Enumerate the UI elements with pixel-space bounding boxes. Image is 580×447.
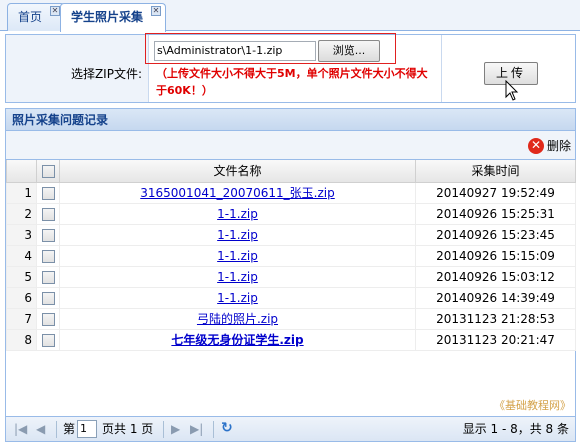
refresh-icon[interactable]: ↻ [221, 421, 236, 436]
time-cell: 20140926 15:03:12 [415, 265, 576, 288]
row-select-cell [36, 328, 60, 351]
first-page-icon[interactable]: |◀ [14, 422, 27, 436]
row-number: 4 [6, 244, 37, 267]
delete-icon: ✕ [527, 138, 544, 154]
prev-page-icon[interactable]: ◀ [36, 422, 45, 436]
filename-link[interactable]: 1-1.zip [217, 270, 258, 284]
filename-cell: 弓陆的照片.zip [59, 307, 416, 330]
pagination-bar: |◀ ◀ 第 1 页共 1 页 ▶ ▶| ↻ 显示 1 - 8，共 8 条 [6, 416, 575, 441]
row-select-cell [36, 223, 60, 246]
time-header[interactable]: 采集时间 [415, 160, 576, 183]
time-cell: 20140926 14:39:49 [415, 286, 576, 309]
photo-records-panel: 照片采集问题记录 ✕ 删除 文件名称 采集时间 1 3165001041_2007… [5, 108, 576, 442]
time-cell: 20140926 15:15:09 [415, 244, 576, 267]
row-checkbox[interactable] [41, 186, 55, 200]
filename-link[interactable]: 1-1.zip [217, 291, 258, 305]
tab-home[interactable]: 首页 ✕ [7, 3, 66, 31]
row-checkbox[interactable] [41, 333, 55, 347]
filename-cell: 1-1.zip [59, 286, 416, 309]
row-number: 5 [6, 265, 37, 288]
page-prefix: 第 [63, 422, 76, 436]
filename-cell: 1-1.zip [59, 265, 416, 288]
table-row[interactable]: 2 1-1.zip 20140926 15:25:31 [6, 202, 576, 225]
select-all-checkbox[interactable] [41, 164, 55, 178]
tab-student-photo[interactable]: 学生照片采集 ✕ [60, 3, 167, 32]
page-info: 显示 1 - 8，共 8 条 [462, 422, 569, 436]
table-row[interactable]: 7 弓陆的照片.zip 20131123 21:28:53 [6, 307, 576, 330]
page-suffix: 页共 1 页 [102, 422, 154, 436]
filename-cell: 1-1.zip [59, 244, 416, 267]
row-select-cell [36, 181, 60, 204]
rownum-header [6, 160, 37, 183]
time-cell: 20131123 20:21:47 [415, 328, 576, 351]
last-page-icon[interactable]: ▶| [190, 422, 203, 436]
filename-link[interactable]: 1-1.zip [217, 207, 258, 221]
pager-separator [213, 421, 214, 438]
time-cell: 20131123 21:28:53 [415, 307, 576, 330]
panel-title: 照片采集问题记录 [6, 109, 575, 131]
row-checkbox[interactable] [41, 312, 55, 326]
pager-separator [56, 421, 57, 438]
filename-header[interactable]: 文件名称 [59, 160, 416, 183]
row-select-cell [36, 202, 60, 225]
row-number: 8 [6, 328, 37, 351]
row-number: 2 [6, 202, 37, 225]
next-page-icon[interactable]: ▶ [171, 422, 180, 436]
grid-toolbar: ✕ 删除 [6, 131, 575, 160]
row-number: 1 [6, 181, 37, 204]
table-row[interactable]: 3 1-1.zip 20140926 15:23:45 [6, 223, 576, 246]
filename-link[interactable]: 1-1.zip [217, 249, 258, 263]
row-checkbox[interactable] [41, 270, 55, 284]
row-number: 3 [6, 223, 37, 246]
row-select-cell [36, 286, 60, 309]
table-row[interactable]: 1 3165001041_20070611_张玉.zip 20140927 19:5… [6, 181, 576, 204]
table-header-row: 文件名称 采集时间 [6, 160, 576, 183]
row-select-cell [36, 244, 60, 267]
upload-size-note: （上传文件大小不得大于5M，单个照片文件大小不得大于60K！） [156, 67, 428, 97]
row-number: 7 [6, 307, 37, 330]
row-number: 6 [6, 286, 37, 309]
time-cell: 20140926 15:23:45 [415, 223, 576, 246]
filename-cell: 3165001041_20070611_张玉.zip [59, 181, 416, 204]
mouse-cursor-icon [505, 80, 519, 101]
row-checkbox[interactable] [41, 249, 55, 263]
tab-student-photo-label: 学生照片采集 [71, 10, 144, 24]
tab-home-label: 首页 [18, 10, 43, 24]
row-select-cell [36, 307, 60, 330]
table-row[interactable]: 4 1-1.zip 20140926 15:15:09 [6, 244, 576, 267]
row-select-cell [36, 265, 60, 288]
table-row[interactable]: 8 七年级无身份证学生.zip 20131123 20:21:47 [6, 328, 576, 351]
time-cell: 20140927 19:52:49 [415, 181, 576, 204]
filename-link[interactable]: 1-1.zip [217, 228, 258, 242]
pager-separator [163, 421, 164, 438]
row-checkbox[interactable] [41, 207, 55, 221]
time-cell: 20140926 15:25:31 [415, 202, 576, 225]
filename-cell: 1-1.zip [59, 202, 416, 225]
filename-link[interactable]: 3165001041_20070611_张玉.zip [140, 186, 335, 200]
select-all-cell [36, 160, 60, 183]
upload-label: 选择ZIP文件: [70, 67, 142, 81]
filename-link[interactable]: 弓陆的照片.zip [197, 312, 278, 326]
table-row[interactable]: 5 1-1.zip 20140926 15:03:12 [6, 265, 576, 288]
delete-button[interactable]: ✕ 删除 [527, 137, 571, 155]
row-checkbox[interactable] [41, 228, 55, 242]
close-icon[interactable]: ✕ [151, 6, 162, 16]
filename-link[interactable]: 七年级无身份证学生.zip [171, 333, 303, 347]
tab-bar: 首页 ✕ 学生照片采集 ✕ [0, 0, 580, 32]
filename-cell: 1-1.zip [59, 223, 416, 246]
table-row[interactable]: 6 1-1.zip 20140926 14:39:49 [6, 286, 576, 309]
filename-cell: 七年级无身份证学生.zip [59, 328, 416, 351]
row-checkbox[interactable] [41, 291, 55, 305]
close-icon[interactable]: ✕ [50, 6, 61, 16]
delete-label: 删除 [546, 139, 571, 153]
upload-label-cell: 选择ZIP文件: [6, 35, 149, 102]
records-table: 文件名称 采集时间 1 3165001041_20070611_张玉.zip 201… [6, 160, 576, 351]
page-number-input[interactable]: 1 [77, 420, 97, 438]
watermark: 《基础教程网》 [494, 399, 571, 412]
highlight-box [145, 33, 396, 64]
